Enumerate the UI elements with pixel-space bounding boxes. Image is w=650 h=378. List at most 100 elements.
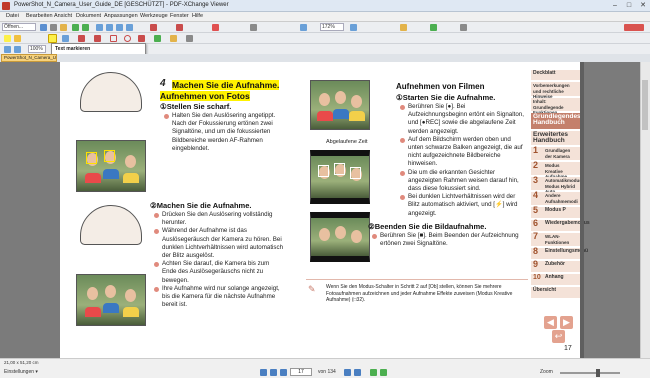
menu-hilfe[interactable]: Hilfe bbox=[192, 13, 203, 19]
forward-icon[interactable] bbox=[82, 24, 89, 31]
strikeout-icon[interactable] bbox=[78, 35, 85, 42]
menu-ansicht[interactable]: Ansicht bbox=[54, 13, 72, 19]
nav-item-numbered[interactable]: 8 Einstellungsmenü bbox=[531, 247, 588, 260]
return-arrow-icon[interactable]: ↩ bbox=[552, 330, 565, 343]
nav-item[interactable]: Vorbemerkungen und rechtliche Hinweise bbox=[531, 82, 580, 99]
nav-item-numbered[interactable]: 3Automatikmodus/ Modus Hybrid Auto bbox=[531, 176, 583, 194]
nav-item-numbered[interactable]: 5 Modus P bbox=[531, 206, 580, 219]
back-icon[interactable] bbox=[370, 369, 377, 376]
back-icon[interactable] bbox=[72, 24, 79, 31]
ellipse-icon[interactable] bbox=[124, 35, 131, 42]
bullet-text: Berühren Sie [■]. Beim Beenden der Aufze… bbox=[380, 232, 519, 248]
nav-item-numbered[interactable]: 10 Anhang bbox=[531, 274, 580, 286]
prev-page-icon[interactable] bbox=[106, 24, 113, 31]
download-badge-icon[interactable] bbox=[624, 24, 644, 31]
nav-item-numbered[interactable]: 9 Zubehör bbox=[531, 260, 580, 273]
tooltip-title: Text markieren bbox=[55, 46, 91, 52]
last-page-icon[interactable] bbox=[126, 24, 133, 31]
stamp-icon[interactable] bbox=[176, 24, 183, 31]
prev-page-arrow-icon[interactable]: ◀ bbox=[544, 316, 557, 329]
zoom-slider[interactable] bbox=[560, 372, 620, 374]
bullet-text: Bei dunklen Lichtverhältnissen wird der … bbox=[408, 193, 518, 217]
print-icon[interactable] bbox=[50, 24, 57, 31]
nav-label: Zubehör bbox=[545, 261, 565, 267]
fit-page-icon[interactable] bbox=[350, 24, 357, 31]
play-icon[interactable] bbox=[280, 369, 287, 376]
document-tab[interactable]: PowerShot_N_Camera_Us... bbox=[1, 54, 57, 62]
search-icon[interactable] bbox=[430, 24, 437, 31]
polygon-icon[interactable] bbox=[138, 35, 145, 42]
text-tool-icon[interactable] bbox=[62, 35, 69, 42]
menu-fenster[interactable]: Fenster bbox=[170, 13, 189, 19]
face bbox=[87, 287, 98, 300]
movie-photo-1 bbox=[310, 80, 370, 130]
menu-werkzeuge[interactable]: Werkzeuge bbox=[140, 13, 168, 19]
next-page-arrow-icon[interactable]: ▶ bbox=[560, 316, 573, 329]
caption: Abgelaufene Zeit bbox=[326, 139, 368, 145]
forward-icon[interactable] bbox=[380, 369, 387, 376]
rectangle-icon[interactable] bbox=[110, 35, 117, 42]
nav-number: 1 bbox=[533, 145, 539, 155]
sidenav: Deckblatt Vorbemerkungen und rechtliche … bbox=[531, 70, 590, 310]
next-page-icon[interactable] bbox=[344, 369, 351, 376]
pencil-icon[interactable] bbox=[154, 35, 161, 42]
zoom-slider-thumb[interactable] bbox=[596, 369, 600, 377]
open-button[interactable]: Öffnen... bbox=[2, 23, 36, 31]
zoom-in-icon[interactable] bbox=[300, 24, 307, 31]
nav-item-numbered[interactable]: 4 Andere Aufnahmemodi bbox=[531, 191, 580, 206]
highlight-text-icon[interactable] bbox=[48, 34, 57, 43]
nav-item-numbered[interactable]: 1 Grundlagen der Kamera bbox=[531, 145, 580, 161]
nav-item-numbered[interactable]: 6 Wiedergabemodus bbox=[531, 219, 590, 232]
select-icon[interactable] bbox=[14, 46, 21, 53]
maximize-button[interactable]: □ bbox=[622, 0, 636, 12]
note-icon[interactable] bbox=[14, 35, 21, 42]
comment-icon[interactable] bbox=[4, 35, 11, 42]
email-icon[interactable] bbox=[60, 24, 67, 31]
menu-datei[interactable]: Datei bbox=[6, 13, 19, 19]
underline-icon[interactable] bbox=[94, 35, 101, 42]
minimize-button[interactable]: – bbox=[608, 0, 622, 12]
substep-number: ① bbox=[396, 93, 403, 102]
line-width-icon[interactable] bbox=[186, 35, 193, 42]
toolbar-main: Öffnen... 172% bbox=[0, 22, 650, 33]
document-area: 4 Machen Sie die Aufnahme. Aufnehmen von… bbox=[0, 62, 650, 358]
options-icon[interactable] bbox=[460, 24, 467, 31]
bullet-item: Berühren Sie [●]. Bei Aufzeichnungsbegin… bbox=[400, 103, 525, 136]
menu-bearbeiten[interactable]: Bearbeiten bbox=[26, 13, 53, 19]
first-page-icon[interactable] bbox=[96, 24, 103, 31]
menu-anpassungen[interactable]: Anpassungen bbox=[104, 13, 138, 19]
nav-item[interactable]: Inhalt: Grundlegende Funktionen bbox=[531, 98, 580, 115]
snapshot-icon[interactable] bbox=[150, 24, 157, 31]
scroll-thumb[interactable] bbox=[642, 80, 648, 130]
movie-substep-2-bullets: Berühren Sie [■]. Beim Beenden der Aufze… bbox=[372, 232, 522, 248]
last-page-icon[interactable] bbox=[354, 369, 361, 376]
page-input[interactable]: 17 bbox=[290, 368, 312, 376]
next-page-icon[interactable] bbox=[116, 24, 123, 31]
shirt bbox=[349, 111, 365, 121]
tab-strip: PowerShot_N_Camera_Us... bbox=[0, 54, 650, 62]
close-button[interactable]: ✕ bbox=[636, 0, 650, 12]
settings-button[interactable]: Einstellungen ▾ bbox=[4, 369, 38, 375]
hand-tool-icon[interactable] bbox=[250, 24, 257, 31]
fit-dropdown[interactable]: 100% bbox=[28, 45, 46, 53]
record-icon[interactable] bbox=[212, 24, 219, 31]
bullet-text: Halten Sie den Auslösering angetippt. Na… bbox=[172, 112, 276, 152]
nav-item[interactable]: Erweitertes Handbuch bbox=[531, 131, 580, 146]
rotate-icon[interactable] bbox=[400, 24, 407, 31]
stamp-tool-icon[interactable] bbox=[170, 35, 177, 42]
nav-item-numbered[interactable]: 7 WLAN-Funktionen bbox=[531, 232, 580, 247]
nav-item-selected[interactable]: Grundlegendes Handbuch bbox=[531, 113, 581, 130]
save-icon[interactable] bbox=[40, 24, 47, 31]
shirt bbox=[85, 307, 101, 317]
step-title: Machen Sie die Aufnahme. bbox=[172, 80, 280, 90]
pencil-note-icon: ✎ bbox=[308, 284, 316, 294]
nav-item[interactable]: Deckblatt bbox=[531, 70, 580, 81]
first-page-icon[interactable] bbox=[260, 369, 267, 376]
zoom-dropdown[interactable]: 172% bbox=[320, 23, 344, 31]
nav-item[interactable]: Übersicht bbox=[531, 287, 580, 299]
prev-page-icon[interactable] bbox=[270, 369, 277, 376]
nav-item-numbered[interactable]: 2Modus Kreative Aufnahme bbox=[531, 161, 580, 179]
menu-dokument[interactable]: Dokument bbox=[76, 13, 101, 19]
shirt bbox=[333, 109, 349, 119]
view-icon[interactable] bbox=[4, 46, 11, 53]
